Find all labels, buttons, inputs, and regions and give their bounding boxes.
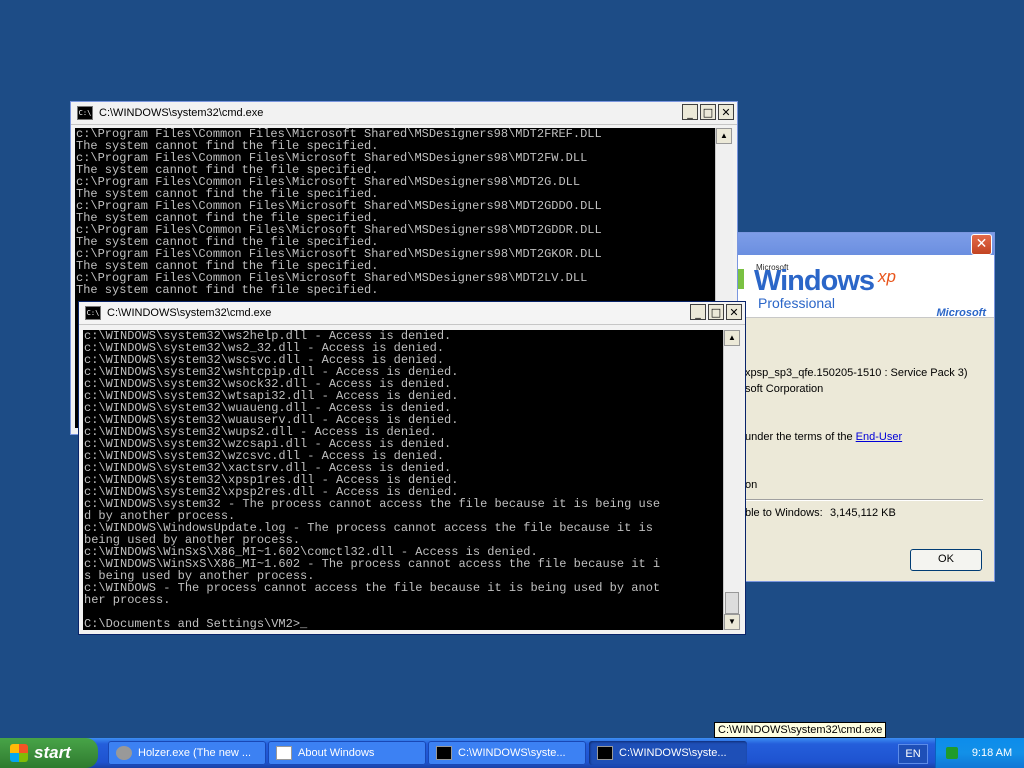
divider [745,499,983,501]
task-label: C:\WINDOWS\syste... [619,747,727,759]
windows-logo-icon [10,744,28,762]
close-icon[interactable]: ✕ [718,104,734,120]
holzer-app-icon [116,746,132,760]
console-line: c:\WINDOWS - The process cannot access t… [84,581,661,595]
about-windows-window[interactable]: ✕ Microsoft Windows xp Professional Micr… [738,233,994,581]
cmd-front-title-bar[interactable]: C:\ C:\WINDOWS\system32\cmd.exe _ □ ✕ [79,302,745,325]
end-user-license-link[interactable]: End-User [856,431,902,443]
task-label: About Windows [298,747,375,759]
language-indicator[interactable]: EN [898,744,928,764]
cmd-app-icon [436,746,452,760]
windows-flag-icon [738,269,744,289]
scroll-up-icon[interactable]: ▲ [724,330,740,346]
console-line: The system cannot find the file specifie… [76,283,379,297]
about-title-bar[interactable]: ✕ [738,233,994,255]
cmd-app-icon [597,746,613,760]
console-line: C:\Documents and Settings\VM2>_ [84,617,308,630]
banner-windows-wordmark: Windows [754,265,875,297]
owner-fragment: on [745,479,758,491]
scroll-thumb[interactable] [725,592,739,614]
scroll-down-icon[interactable]: ▼ [724,614,740,630]
banner-edition: Professional [758,295,836,311]
task-label: C:\WINDOWS\syste... [458,747,566,759]
ok-button[interactable]: OK [910,549,982,571]
banner-xp-mark: xp [878,267,896,286]
task-cmd-1[interactable]: C:\WINDOWS\syste... [428,741,586,765]
scroll-up-icon[interactable]: ▲ [716,128,732,144]
start-label: start [34,743,71,762]
task-holzer[interactable]: Holzer.exe (The new ... [108,741,266,765]
minimize-icon[interactable]: _ [682,104,698,120]
microsoft-logo: Microsoft [936,307,987,318]
version-line: xpsp_sp3_qfe.150205-1510 : Service Pack … [745,367,968,379]
cmd-app-icon: C:\ [85,306,101,320]
task-cmd-2[interactable]: C:\WINDOWS\syste... [589,741,747,765]
license-line: under the terms of the End-User [745,431,902,443]
close-icon[interactable]: ✕ [971,234,992,255]
cmd-back-title: C:\WINDOWS\system32\cmd.exe [99,107,264,119]
console-line: her process. [84,593,171,607]
cmd-front-console[interactable]: c:\WINDOWS\system32\ws2help.dll - Access… [83,330,724,630]
memory-value: 3,145,112 KB [830,507,896,519]
taskbar-tooltip: C:\WINDOWS\system32\cmd.exe [714,722,887,738]
windows-xp-banner: Microsoft Windows xp Professional Micros… [738,255,994,318]
cmd-front-title: C:\WINDOWS\system32\cmd.exe [107,307,272,319]
close-icon[interactable]: ✕ [726,304,742,320]
cmd-back-title-bar[interactable]: C:\ C:\WINDOWS\system32\cmd.exe _ □ ✕ [71,102,737,125]
about-app-icon [276,746,292,760]
memory-label: ble to Windows: [745,507,823,519]
start-button[interactable]: start [0,738,98,768]
license-prefix: under the terms of the [745,431,856,443]
task-about-windows[interactable]: About Windows [268,741,426,765]
task-label: Holzer.exe (The new ... [138,747,252,759]
minimize-icon[interactable]: _ [690,304,706,320]
cmd-front-scrollbar[interactable]: ▲ ▼ [723,330,741,630]
taskbar: start Holzer.exe (The new ... About Wind… [0,738,1024,768]
maximize-icon[interactable]: □ [700,104,716,120]
network-tray-icon[interactable] [946,747,958,759]
clock[interactable]: 9:18 AM [972,747,1012,759]
copyright-line: soft Corporation [745,383,824,395]
cmd-window-front[interactable]: C:\ C:\WINDOWS\system32\cmd.exe _ □ ✕ c:… [79,302,745,634]
maximize-icon[interactable]: □ [708,304,724,320]
cmd-app-icon: C:\ [77,106,93,120]
